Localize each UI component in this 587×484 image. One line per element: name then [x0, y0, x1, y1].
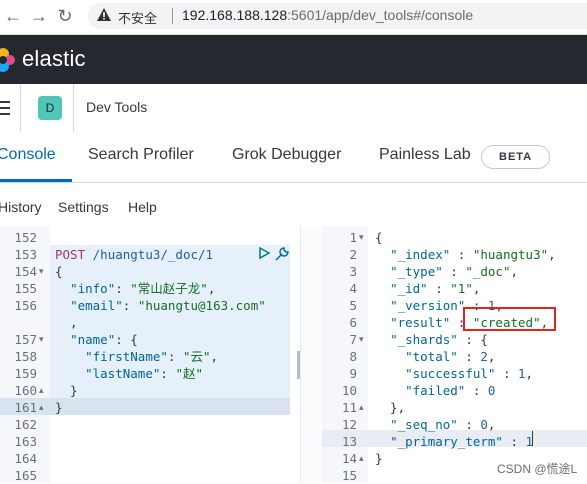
fold-toggle-icon[interactable]: ▴ [39, 385, 44, 396]
fold-toggle-icon[interactable]: ▾ [359, 334, 364, 345]
line-number: 165 [14, 468, 37, 483]
tab-grok-debugger[interactable]: Grok Debugger [232, 146, 341, 164]
space-avatar[interactable]: D [38, 96, 62, 120]
console-toolbar: History Settings Help [0, 183, 587, 225]
code-line: "_index" : "huangtu3", [390, 247, 556, 262]
line-number: 156 [14, 298, 37, 313]
line-number: 1 [349, 230, 357, 245]
request-editor[interactable]: 152 153 POST /huangtu3/_doc/1 154 ▾{155 "inf… [0, 226, 301, 483]
help-link[interactable]: Help [128, 199, 157, 215]
address-bar[interactable]: 不安全 192.168.188.128:5601/app/dev_tools#/… [88, 3, 587, 29]
line-number: 158 [14, 349, 37, 364]
line-number: 4 [349, 281, 357, 296]
line-number: 5 [349, 298, 357, 313]
code-line: { [55, 264, 63, 279]
line-number: 152 [14, 230, 37, 245]
line-number: 14 [341, 451, 357, 466]
beta-badge: BETA [481, 145, 551, 169]
line-number: 15 [341, 468, 357, 483]
tab-console[interactable]: Console [0, 146, 56, 164]
code-line: "successful" : 1, [405, 366, 534, 381]
line-number: 7 [349, 332, 357, 347]
code-line: "_primary_term" : 1 [390, 434, 534, 449]
brand-name[interactable]: elastic [22, 46, 86, 72]
line-number: 162 [14, 417, 37, 432]
code-line: "total" : 2, [405, 349, 496, 364]
fold-toggle-icon[interactable]: ▴ [359, 402, 364, 413]
tab-search-profiler[interactable]: Search Profiler [88, 146, 194, 164]
line-number: 6 [349, 315, 357, 330]
watermark: CSDN @慌途L [497, 462, 578, 476]
breadcrumb: Dev Tools [86, 99, 148, 115]
dev-tools-tabs: Console Search Profiler Grok Debugger Pa… [0, 132, 587, 183]
code-line: "_type" : "_doc", [390, 264, 519, 279]
line-number: 10 [341, 383, 357, 398]
line-number: 163 [14, 434, 37, 449]
line-number: 154 [14, 264, 37, 279]
fold-toggle-icon[interactable]: ▾ [39, 334, 44, 345]
browser-toolbar: ← → ↻ 不安全 192.168.188.128:5601/app/dev_t… [0, 0, 587, 35]
wrench-icon[interactable] [274, 246, 290, 262]
code-line: "name": { [70, 332, 138, 347]
line-number: 8 [349, 349, 357, 364]
url-host: 192.168.188.128 [182, 7, 288, 23]
fold-toggle-icon[interactable]: ▴ [39, 402, 44, 413]
line-number: 2 [349, 247, 357, 262]
code-line: "firstName": "云", [85, 349, 219, 364]
code-line: "info": "常山赵子龙", [70, 281, 216, 296]
code-line: "_id" : "1", [390, 281, 481, 296]
settings-link[interactable]: Settings [58, 199, 109, 215]
fold-toggle-icon[interactable]: ▾ [39, 266, 44, 277]
code-line: "failed" : 0 [405, 383, 496, 398]
code-line: "_seq_no" : 0, [390, 417, 496, 432]
code-line: } [55, 400, 63, 415]
url-path: :5601/app/dev_tools#/console [287, 7, 474, 23]
line-number: 9 [349, 366, 357, 381]
reload-icon[interactable]: ↻ [54, 5, 76, 27]
fold-toggle-icon[interactable]: ▴ [359, 453, 364, 464]
history-link[interactable]: History [0, 199, 42, 215]
line-number: 155 [14, 281, 37, 296]
active-tab-indicator [0, 179, 72, 182]
url-text[interactable]: 192.168.188.128:5601/app/dev_tools#/cons… [182, 7, 473, 23]
line-number: 13 [341, 434, 357, 449]
line-number: 12 [341, 417, 357, 432]
back-arrow-icon[interactable]: ← [2, 5, 24, 27]
line-number: 157 [14, 332, 37, 347]
result-highlight-box [463, 307, 556, 331]
code-line: { [375, 230, 383, 245]
line-number: 3 [349, 264, 357, 279]
line-number: 159 [14, 366, 37, 381]
code-line: }, [375, 400, 406, 415]
code-line: "_shards" : { [390, 332, 488, 347]
selected-request-block [50, 245, 290, 415]
address-divider [172, 8, 173, 24]
play-icon[interactable] [258, 247, 270, 259]
warning-icon [97, 8, 111, 21]
code-line: "email": "huangtu@163.com" [70, 298, 266, 313]
code-line: } [55, 383, 78, 398]
app-bar: D Dev Tools [0, 84, 587, 133]
hamburger-menu-icon[interactable] [0, 101, 10, 115]
line-number: 11 [341, 400, 357, 415]
code-line: , [55, 315, 78, 330]
divider [73, 84, 74, 132]
pane-resizer[interactable] [300, 226, 324, 483]
forward-arrow-icon[interactable]: → [28, 5, 50, 27]
not-secure-label: 不安全 [118, 11, 158, 26]
line-number: 164 [14, 451, 37, 466]
response-editor[interactable]: 1 ▾{2 "_index" : "huangtu3", 3 "_type" : "… [322, 226, 587, 483]
divider [20, 84, 21, 132]
fold-toggle-icon[interactable]: ▾ [359, 232, 364, 243]
line-number: 153 [14, 247, 37, 262]
elastic-logo-icon[interactable] [0, 47, 16, 73]
code-line: "lastName": "赵" [85, 366, 203, 381]
line-number: 161 [14, 400, 37, 415]
tab-painless-lab[interactable]: Painless Lab [379, 146, 471, 164]
text-cursor [532, 431, 533, 446]
line-number: 160 [14, 383, 37, 398]
code-line: } [375, 451, 383, 466]
code-line: POST /huangtu3/_doc/1 [55, 247, 214, 262]
elastic-header: elastic [0, 35, 587, 84]
